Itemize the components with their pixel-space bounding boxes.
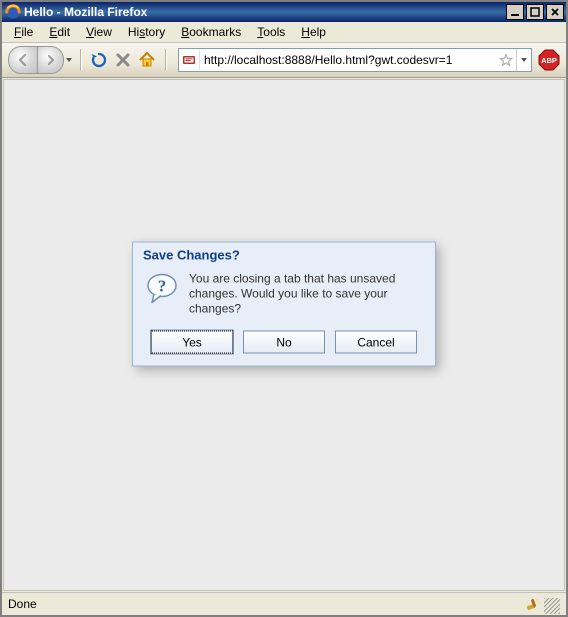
window-minimize-button[interactable] [506, 4, 524, 20]
menu-bookmarks[interactable]: Bookmarks [175, 23, 247, 41]
menu-file[interactable]: File [8, 23, 39, 41]
url-bar[interactable]: http://localhost:8888/Hello.html?gwt.cod… [178, 48, 532, 72]
yes-button[interactable]: Yes [151, 331, 233, 354]
browser-viewport: Save Changes? ? You are closing a tab th… [3, 79, 565, 591]
home-button[interactable] [135, 48, 159, 72]
window-maximize-button[interactable] [526, 4, 544, 20]
menubar: File Edit View History Bookmarks Tools H… [2, 22, 566, 43]
save-changes-dialog: Save Changes? ? You are closing a tab th… [132, 242, 436, 367]
app-icon [5, 4, 21, 20]
cancel-button[interactable]: Cancel [335, 331, 417, 354]
statusbar: Done [2, 592, 566, 615]
bookmark-star-icon[interactable] [496, 53, 516, 67]
svg-text:ABP: ABP [541, 56, 557, 65]
dialog-message: You are closing a tab that has unsaved c… [189, 272, 423, 317]
url-dropdown[interactable] [516, 49, 531, 71]
window-titlebar: Hello - Mozilla Firefox [2, 2, 566, 22]
status-tool-icon[interactable] [522, 594, 544, 614]
menu-view[interactable]: View [80, 23, 118, 41]
resize-grip[interactable] [544, 598, 560, 614]
url-text[interactable]: http://localhost:8888/Hello.html?gwt.cod… [200, 53, 496, 67]
window-close-button[interactable] [546, 4, 564, 20]
menu-history[interactable]: History [122, 23, 171, 41]
question-icon: ? [145, 272, 181, 308]
nav-history-dropdown[interactable] [64, 56, 74, 64]
abp-icon[interactable]: ABP [538, 49, 560, 71]
dialog-title: Save Changes? [133, 243, 435, 266]
toolbar-separator [165, 49, 166, 71]
site-favicon [179, 50, 200, 70]
toolbar: http://localhost:8888/Hello.html?gwt.cod… [2, 43, 566, 78]
nav-forward-button[interactable] [38, 46, 64, 74]
status-text: Done [8, 597, 522, 611]
svg-text:?: ? [158, 277, 167, 296]
stop-button[interactable] [111, 48, 135, 72]
menu-help[interactable]: Help [295, 23, 332, 41]
toolbar-separator [80, 49, 81, 71]
menu-tools[interactable]: Tools [251, 23, 291, 41]
nav-back-button[interactable] [8, 46, 38, 74]
reload-button[interactable] [87, 48, 111, 72]
no-button[interactable]: No [243, 331, 325, 354]
window-title: Hello - Mozilla Firefox [24, 5, 504, 19]
menu-edit[interactable]: Edit [43, 23, 76, 41]
